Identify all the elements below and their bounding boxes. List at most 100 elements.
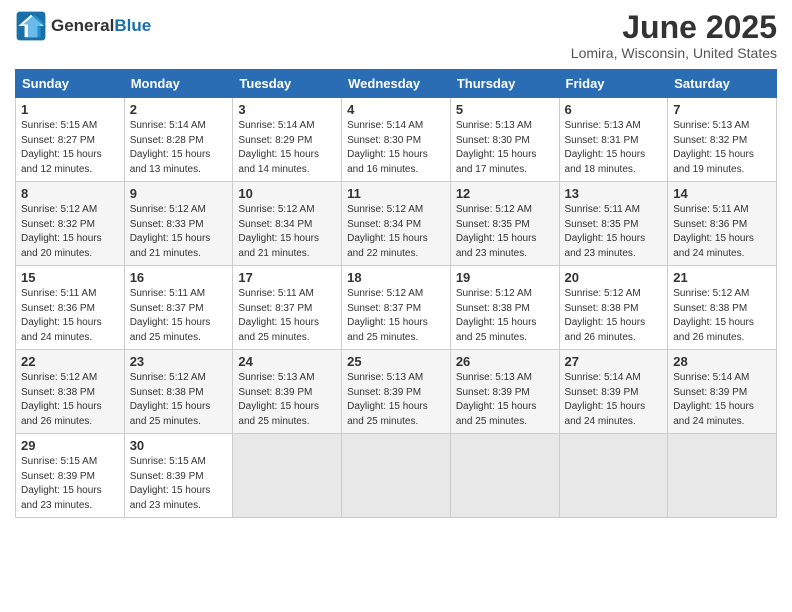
day-number: 5 (456, 102, 554, 117)
day-number: 13 (565, 186, 663, 201)
day-number: 20 (565, 270, 663, 285)
header: General Blue June 2025 Lomira, Wisconsin… (15, 10, 777, 61)
day-info: Sunrise: 5:11 AM Sunset: 8:36 PM Dayligh… (673, 203, 771, 261)
calendar-cell: 12 Sunrise: 5:12 AM Sunset: 8:35 PM Dayli… (450, 182, 559, 266)
calendar-cell: 7Sunrise: 5:13 AM Sunset: 8:32 PM Daylig… (668, 98, 777, 182)
day-number: 16 (130, 270, 228, 285)
weekday-header: Tuesday (233, 70, 342, 98)
day-info: Sunrise: 5:14 AM Sunset: 8:30 PM Dayligh… (347, 119, 445, 177)
day-info: Sunrise: 5:12 AM Sunset: 8:38 PM Dayligh… (456, 287, 554, 345)
calendar-week-row: 22 Sunrise: 5:12 AM Sunset: 8:38 PM Dayli… (16, 350, 777, 434)
day-number: 3 (238, 102, 336, 117)
calendar-cell: 1Sunrise: 5:15 AM Sunset: 8:27 PM Daylig… (16, 98, 125, 182)
day-info: Sunrise: 5:12 AM Sunset: 8:33 PM Dayligh… (130, 203, 228, 261)
day-number: 9 (130, 186, 228, 201)
calendar-cell: 23 Sunrise: 5:12 AM Sunset: 8:38 PM Dayli… (124, 350, 233, 434)
calendar-cell (450, 434, 559, 518)
calendar-cell: 18 Sunrise: 5:12 AM Sunset: 8:37 PM Dayli… (342, 266, 451, 350)
calendar-cell: 8 Sunrise: 5:12 AM Sunset: 8:32 PM Daylig… (16, 182, 125, 266)
weekday-header: Sunday (16, 70, 125, 98)
day-number: 1 (21, 102, 119, 117)
day-info: Sunrise: 5:15 AM Sunset: 8:39 PM Dayligh… (130, 455, 228, 513)
day-info: Sunrise: 5:14 AM Sunset: 8:39 PM Dayligh… (673, 371, 771, 429)
day-number: 8 (21, 186, 119, 201)
day-info: Sunrise: 5:12 AM Sunset: 8:34 PM Dayligh… (238, 203, 336, 261)
calendar-cell: 30 Sunrise: 5:15 AM Sunset: 8:39 PM Dayli… (124, 434, 233, 518)
day-info: Sunrise: 5:13 AM Sunset: 8:31 PM Dayligh… (565, 119, 663, 177)
day-info: Sunrise: 5:11 AM Sunset: 8:37 PM Dayligh… (238, 287, 336, 345)
calendar-week-row: 8 Sunrise: 5:12 AM Sunset: 8:32 PM Daylig… (16, 182, 777, 266)
calendar-cell: 3Sunrise: 5:14 AM Sunset: 8:29 PM Daylig… (233, 98, 342, 182)
calendar-header-row: SundayMondayTuesdayWednesdayThursdayFrid… (16, 70, 777, 98)
calendar-cell (668, 434, 777, 518)
calendar-week-row: 15Sunrise: 5:11 AM Sunset: 8:36 PM Dayli… (16, 266, 777, 350)
calendar-table: SundayMondayTuesdayWednesdayThursdayFrid… (15, 69, 777, 518)
calendar-cell (233, 434, 342, 518)
day-info: Sunrise: 5:13 AM Sunset: 8:39 PM Dayligh… (347, 371, 445, 429)
calendar-cell (559, 434, 668, 518)
day-number: 27 (565, 354, 663, 369)
day-info: Sunrise: 5:12 AM Sunset: 8:32 PM Dayligh… (21, 203, 119, 261)
day-info: Sunrise: 5:13 AM Sunset: 8:39 PM Dayligh… (456, 371, 554, 429)
calendar-cell: 24Sunrise: 5:13 AM Sunset: 8:39 PM Dayli… (233, 350, 342, 434)
day-number: 23 (130, 354, 228, 369)
day-number: 25 (347, 354, 445, 369)
day-number: 29 (21, 438, 119, 453)
calendar-cell: 25 Sunrise: 5:13 AM Sunset: 8:39 PM Dayli… (342, 350, 451, 434)
calendar-cell: 15Sunrise: 5:11 AM Sunset: 8:36 PM Dayli… (16, 266, 125, 350)
day-info: Sunrise: 5:12 AM Sunset: 8:34 PM Dayligh… (347, 203, 445, 261)
day-info: Sunrise: 5:14 AM Sunset: 8:39 PM Dayligh… (565, 371, 663, 429)
calendar-cell: 10 Sunrise: 5:12 AM Sunset: 8:34 PM Dayli… (233, 182, 342, 266)
day-number: 6 (565, 102, 663, 117)
day-info: Sunrise: 5:11 AM Sunset: 8:35 PM Dayligh… (565, 203, 663, 261)
day-info: Sunrise: 5:13 AM Sunset: 8:32 PM Dayligh… (673, 119, 771, 177)
day-number: 12 (456, 186, 554, 201)
calendar-cell: 11 Sunrise: 5:12 AM Sunset: 8:34 PM Dayli… (342, 182, 451, 266)
day-number: 21 (673, 270, 771, 285)
weekday-header: Thursday (450, 70, 559, 98)
weekday-header: Saturday (668, 70, 777, 98)
calendar-cell: 4 Sunrise: 5:14 AM Sunset: 8:30 PM Daylig… (342, 98, 451, 182)
calendar-week-row: 1Sunrise: 5:15 AM Sunset: 8:27 PM Daylig… (16, 98, 777, 182)
weekday-header: Friday (559, 70, 668, 98)
calendar-cell: 13 Sunrise: 5:11 AM Sunset: 8:35 PM Dayli… (559, 182, 668, 266)
calendar-cell: 19 Sunrise: 5:12 AM Sunset: 8:38 PM Dayli… (450, 266, 559, 350)
location-title: Lomira, Wisconsin, United States (571, 45, 777, 61)
month-title: June 2025 (571, 10, 777, 45)
calendar-cell: 5 Sunrise: 5:13 AM Sunset: 8:30 PM Daylig… (450, 98, 559, 182)
day-number: 2 (130, 102, 228, 117)
day-number: 28 (673, 354, 771, 369)
day-number: 30 (130, 438, 228, 453)
day-number: 11 (347, 186, 445, 201)
title-area: June 2025 Lomira, Wisconsin, United Stat… (571, 10, 777, 61)
day-number: 19 (456, 270, 554, 285)
calendar-cell: 16Sunrise: 5:11 AM Sunset: 8:37 PM Dayli… (124, 266, 233, 350)
day-number: 14 (673, 186, 771, 201)
calendar-cell: 14 Sunrise: 5:11 AM Sunset: 8:36 PM Dayli… (668, 182, 777, 266)
day-number: 15 (21, 270, 119, 285)
logo: General Blue (15, 10, 151, 42)
calendar-cell: 17Sunrise: 5:11 AM Sunset: 8:37 PM Dayli… (233, 266, 342, 350)
day-number: 18 (347, 270, 445, 285)
day-number: 26 (456, 354, 554, 369)
day-number: 10 (238, 186, 336, 201)
day-info: Sunrise: 5:12 AM Sunset: 8:37 PM Dayligh… (347, 287, 445, 345)
day-info: Sunrise: 5:12 AM Sunset: 8:38 PM Dayligh… (130, 371, 228, 429)
day-info: Sunrise: 5:15 AM Sunset: 8:39 PM Dayligh… (21, 455, 119, 513)
calendar-cell: 21 Sunrise: 5:12 AM Sunset: 8:38 PM Dayli… (668, 266, 777, 350)
day-number: 24 (238, 354, 336, 369)
calendar-week-row: 29 Sunrise: 5:15 AM Sunset: 8:39 PM Dayli… (16, 434, 777, 518)
logo-icon (15, 10, 47, 42)
logo-general-text: General (51, 16, 114, 36)
day-number: 22 (21, 354, 119, 369)
day-info: Sunrise: 5:13 AM Sunset: 8:30 PM Dayligh… (456, 119, 554, 177)
calendar-cell: 26 Sunrise: 5:13 AM Sunset: 8:39 PM Dayli… (450, 350, 559, 434)
day-info: Sunrise: 5:12 AM Sunset: 8:38 PM Dayligh… (565, 287, 663, 345)
calendar-cell: 22Sunrise: 5:12 AM Sunset: 8:38 PM Dayli… (16, 350, 125, 434)
calendar-cell: 9 Sunrise: 5:12 AM Sunset: 8:33 PM Daylig… (124, 182, 233, 266)
day-info: Sunrise: 5:12 AM Sunset: 8:35 PM Dayligh… (456, 203, 554, 261)
day-number: 4 (347, 102, 445, 117)
calendar-cell: 28 Sunrise: 5:14 AM Sunset: 8:39 PM Dayli… (668, 350, 777, 434)
calendar-cell: 2Sunrise: 5:14 AM Sunset: 8:28 PM Daylig… (124, 98, 233, 182)
day-info: Sunrise: 5:12 AM Sunset: 8:38 PM Dayligh… (673, 287, 771, 345)
